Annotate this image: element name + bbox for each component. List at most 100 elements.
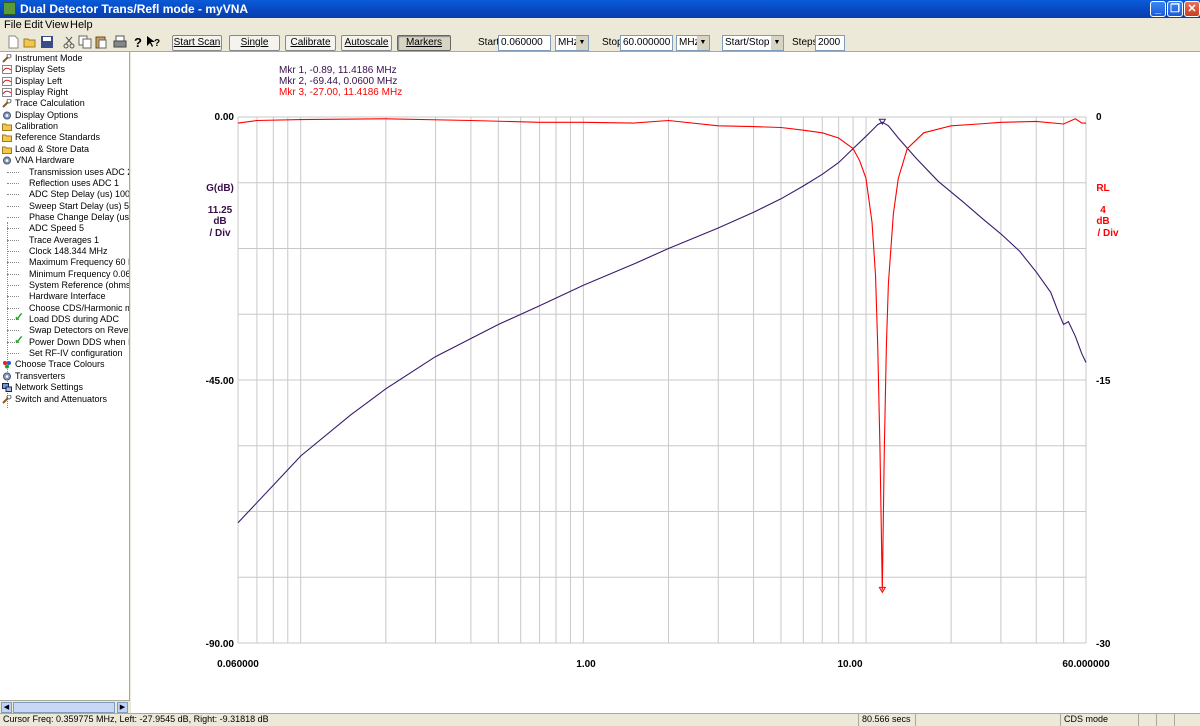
tree-setting-label: Hardware Interface bbox=[29, 291, 106, 302]
tree-item-label: Trace Calculation bbox=[15, 98, 85, 109]
toolbar: ? ? Start Scan Single Scan Calibrate Aut… bbox=[0, 33, 1200, 62]
tree-setting-label: Trace Averages 1 bbox=[29, 234, 100, 245]
marker-1-readout: Mkr 1, -0.89, 11.4186 MHz bbox=[279, 65, 397, 76]
tree-setting-label: ADC Step Delay (us) 1000 bbox=[29, 189, 130, 200]
x-tick-label: 60.000000 bbox=[1062, 659, 1110, 670]
mode-status: CDS mode bbox=[1060, 714, 1108, 726]
print-icon[interactable] bbox=[113, 35, 127, 49]
x-tick-label: 1.00 bbox=[576, 659, 596, 670]
autoscale-button[interactable]: Autoscale bbox=[341, 35, 392, 51]
open-folder-icon[interactable] bbox=[23, 35, 37, 49]
tree-branch-line bbox=[7, 239, 19, 241]
stop-unit-select[interactable]: MHz ▼ bbox=[676, 35, 710, 51]
palette-icon bbox=[3, 361, 11, 369]
start-unit-select[interactable]: MHz ▼ bbox=[555, 35, 589, 51]
menu-view[interactable]: View bbox=[45, 19, 69, 31]
tree-item-label: Choose Trace Colours bbox=[15, 359, 105, 370]
cursor-readout: Cursor Freq: 0.359775 MHz, Left: -27.954… bbox=[3, 714, 269, 724]
wrench-icon bbox=[2, 394, 12, 404]
scroll-left-icon[interactable]: ◀ bbox=[1, 702, 12, 713]
minimize-button[interactable]: _ bbox=[1150, 1, 1166, 17]
menu-help[interactable]: Help bbox=[70, 19, 93, 31]
graph-area[interactable]: Mkr 1, -0.89, 11.4186 MHz Mkr 2, -69.44,… bbox=[131, 52, 1200, 713]
tree-setting-label: Maximum Frequency 60 MHz bbox=[29, 257, 129, 268]
elapsed-time: 80.566 secs bbox=[858, 714, 911, 726]
gear-icon bbox=[3, 372, 11, 381]
tree-setting-label: Reflection uses ADC 1 bbox=[29, 177, 120, 188]
sweep-mode-select[interactable]: Start/Stop ▼ bbox=[722, 35, 784, 51]
start-scan-button[interactable]: Start Scan bbox=[172, 35, 222, 51]
dropdown-arrow-icon[interactable]: ▼ bbox=[697, 36, 709, 50]
steps-input[interactable]: 2000 bbox=[815, 35, 845, 51]
graph-icon bbox=[2, 88, 12, 98]
tree-branch-line bbox=[7, 285, 19, 286]
tree-setting-label: System Reference (ohms) 50 bbox=[29, 280, 129, 290]
tree-branch-line bbox=[7, 216, 19, 218]
tree-setting-label: Swap Detectors on Reverse bbox=[29, 325, 130, 336]
right-axis-div: / Div bbox=[1097, 228, 1119, 239]
tree-branch-line bbox=[7, 205, 19, 207]
left-tick-bottom: -90.00 bbox=[206, 639, 235, 650]
menu-file[interactable]: File bbox=[4, 19, 22, 31]
resize-grip[interactable] bbox=[1174, 714, 1200, 726]
scroll-right-icon[interactable]: ▶ bbox=[117, 702, 128, 713]
tree-setting-label: ADC Speed 5 bbox=[29, 223, 85, 234]
gear-icon bbox=[3, 111, 11, 120]
tree-setting-label: Transmission uses ADC 2 bbox=[29, 166, 130, 177]
wrench-icon bbox=[2, 54, 12, 63]
tree-setting-label: Phase Change Delay (us) 0 bbox=[29, 211, 130, 222]
dropdown-arrow-icon[interactable]: ▼ bbox=[576, 36, 588, 50]
start-freq-input[interactable]: 0.060000 bbox=[498, 35, 551, 51]
tree-item-label: Display Sets bbox=[15, 64, 66, 75]
graph-icon bbox=[2, 65, 12, 75]
calibrate-button[interactable]: Calibrate bbox=[285, 35, 336, 51]
marker-3-readout: Mkr 3, -27.00, 11.4186 MHz bbox=[279, 87, 402, 98]
paste-icon[interactable] bbox=[94, 35, 108, 49]
close-button[interactable]: ✕ bbox=[1184, 1, 1200, 17]
tree-branch-line bbox=[7, 330, 19, 332]
sweep-mode-value: Start/Stop bbox=[725, 37, 770, 48]
left-tick-top: 0.00 bbox=[215, 112, 235, 123]
tree-item-label: Switch and Attenuators bbox=[15, 393, 108, 404]
tree-branch-line bbox=[7, 194, 19, 196]
stop-freq-input[interactable]: 60.000000 bbox=[620, 35, 673, 51]
tree-item-label: Display Options bbox=[15, 109, 79, 120]
help-icon[interactable]: ? bbox=[131, 35, 145, 49]
tree-branch-line bbox=[7, 296, 19, 298]
traces bbox=[237, 118, 1087, 594]
steps-label: Steps bbox=[792, 37, 818, 48]
status-bar: Cursor Freq: 0.359775 MHz, Left: -27.954… bbox=[0, 713, 1200, 726]
tree-setting-label: Minimum Frequency 0.06 MHz bbox=[29, 268, 130, 279]
tree-setting-label: Clock 148.344 MHz bbox=[29, 245, 108, 256]
tree-item-label: Reference Standards bbox=[15, 132, 101, 143]
network-icon bbox=[2, 383, 12, 393]
new-file-icon[interactable] bbox=[6, 35, 20, 49]
scroll-thumb[interactable] bbox=[13, 702, 115, 713]
right-tick-bottom: -30 bbox=[1096, 639, 1111, 650]
tree-branch-line bbox=[7, 250, 19, 252]
left-axis-div: / Div bbox=[209, 228, 231, 239]
save-icon[interactable] bbox=[40, 35, 54, 49]
right-axis-title: RL bbox=[1096, 183, 1109, 194]
tree-branch-line bbox=[7, 273, 19, 275]
tree-item-label: VNA Hardware bbox=[15, 155, 75, 166]
tree-branch-line bbox=[7, 307, 19, 309]
tree-branch-line bbox=[7, 262, 19, 264]
title-bar: Dual Detector Trans/Refl mode - myVNA _ … bbox=[0, 0, 1200, 18]
context-help-icon[interactable]: ? bbox=[146, 35, 160, 49]
copy-icon[interactable] bbox=[78, 35, 92, 49]
maximize-button[interactable]: ❐ bbox=[1167, 1, 1183, 17]
cut-icon[interactable] bbox=[62, 35, 76, 49]
tree-item-label: Network Settings bbox=[15, 382, 84, 393]
checkmark-icon: ✓ bbox=[14, 310, 25, 325]
markers-button[interactable]: Markers bbox=[397, 35, 451, 51]
sidebar-scrollbar[interactable]: ◀ ▶ bbox=[0, 700, 130, 713]
dropdown-arrow-icon[interactable]: ▼ bbox=[771, 36, 783, 50]
tree-branch-line bbox=[7, 182, 19, 184]
single-scan-button[interactable]: Single Scan bbox=[229, 35, 280, 62]
plot-svg[interactable]: Mkr 1, -0.89, 11.4186 MHz Mkr 2, -69.44,… bbox=[131, 52, 1200, 713]
menu-edit[interactable]: Edit bbox=[24, 19, 43, 31]
tree-item-label: Instrument Mode bbox=[15, 53, 83, 63]
x-tick-label: 0.060000 bbox=[217, 659, 259, 670]
tree-item-label: Transverters bbox=[15, 370, 66, 381]
